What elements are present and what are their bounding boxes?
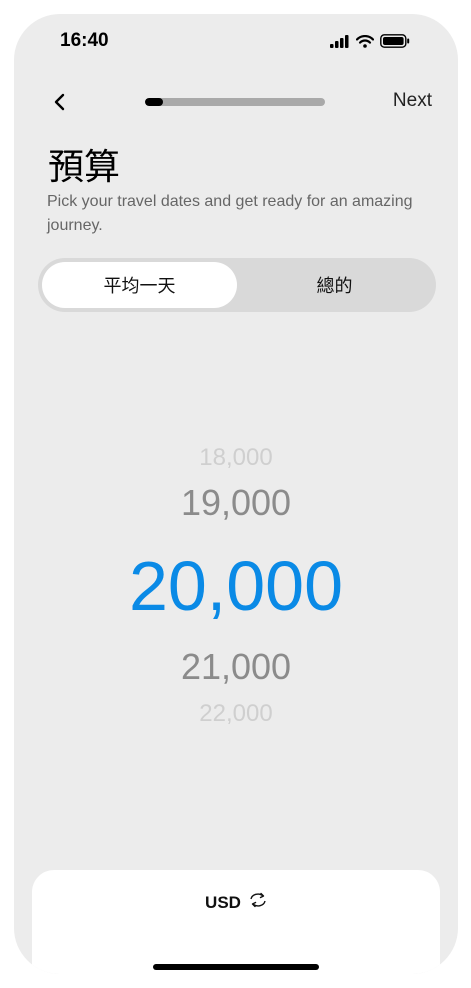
chevron-left-icon xyxy=(48,93,72,118)
phone-screen: 16:40 Next 預算 Pick your travel dates and… xyxy=(14,14,458,974)
nav-row: Next xyxy=(14,88,458,118)
status-icons xyxy=(330,34,410,53)
segment-per-day[interactable]: 平均一天 xyxy=(42,262,237,308)
picker-selected-value[interactable]: 20,000 xyxy=(14,546,458,626)
battery-icon xyxy=(380,34,410,53)
wifi-icon xyxy=(355,34,375,53)
page-title: 預算 xyxy=(48,147,121,188)
picker-option[interactable]: 21,000 xyxy=(14,646,458,688)
currency-switch-button[interactable]: USD xyxy=(32,892,440,913)
budget-picker[interactable]: 18,000 19,000 20,000 21,000 22,000 xyxy=(14,434,458,734)
progress-fill xyxy=(145,98,163,106)
segment-total[interactable]: 總的 xyxy=(237,262,432,308)
picker-option[interactable]: 18,000 xyxy=(14,444,458,472)
progress-bar xyxy=(145,98,325,106)
status-bar: 16:40 xyxy=(14,14,458,70)
swap-arrows-icon xyxy=(249,892,267,913)
picker-option[interactable]: 22,000 xyxy=(14,700,458,728)
currency-card: USD xyxy=(32,870,440,974)
status-time: 16:40 xyxy=(60,30,109,51)
picker-option[interactable]: 19,000 xyxy=(14,482,458,524)
currency-label: USD xyxy=(205,892,241,912)
page-subtitle: Pick your travel dates and get ready for… xyxy=(47,193,413,234)
home-indicator xyxy=(153,964,319,970)
next-button[interactable]: Next xyxy=(393,90,432,112)
back-button[interactable] xyxy=(48,90,72,114)
cellular-signal-icon xyxy=(330,34,350,53)
budget-mode-toggle: 平均一天 總的 xyxy=(38,258,436,312)
